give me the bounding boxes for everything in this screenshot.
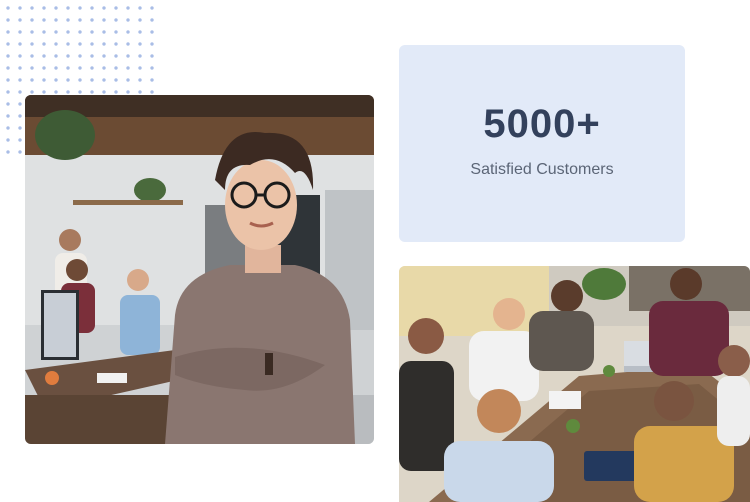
- businesswoman-photo: [25, 95, 374, 444]
- team-meeting-photo: [399, 266, 750, 502]
- stat-card: 5000+ Satisfied Customers: [399, 45, 685, 242]
- stat-label: Satisfied Customers: [470, 161, 614, 178]
- stat-number: 5000+: [483, 102, 601, 146]
